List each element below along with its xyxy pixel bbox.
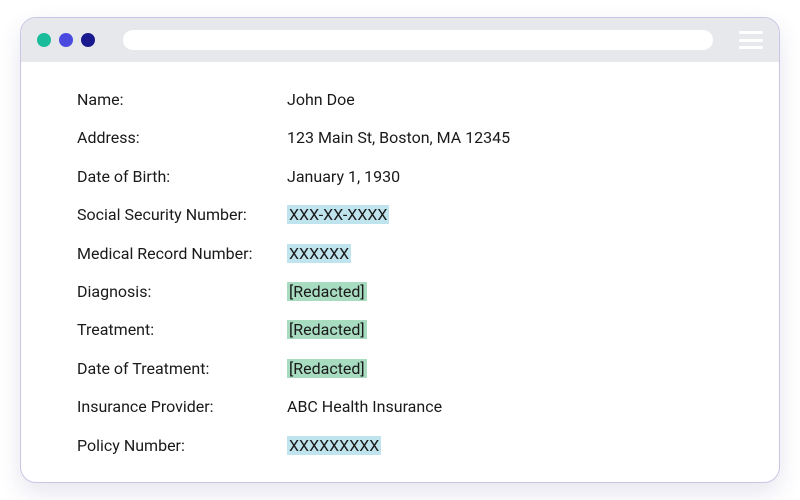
value-text: John Doe	[287, 90, 355, 109]
field-row: Insurance Provider: ABC Health Insurance	[77, 397, 723, 416]
value-text: 123 Main St, Boston, MA 12345	[287, 128, 510, 147]
value-text: ABC Health Insurance	[287, 397, 442, 416]
field-label: Date of Birth:	[77, 167, 287, 186]
field-row: Date of Birth: January 1, 1930	[77, 167, 723, 186]
field-row: Policy Number: XXXXXXXXX	[77, 436, 723, 455]
masked-value: XXXXXXXXX	[287, 436, 381, 455]
field-value: 123 Main St, Boston, MA 12345	[287, 128, 723, 147]
menu-icon[interactable]	[739, 31, 763, 49]
value-text: January 1, 1930	[287, 167, 400, 186]
window-dot-1[interactable]	[37, 33, 51, 47]
field-row: Address: 123 Main St, Boston, MA 12345	[77, 128, 723, 147]
masked-value: XXXXXX	[287, 244, 351, 263]
field-value: [Redacted]	[287, 282, 723, 301]
field-row: Treatment: [Redacted]	[77, 320, 723, 339]
field-value: [Redacted]	[287, 320, 723, 339]
title-bar	[21, 18, 779, 62]
hamburger-line	[739, 31, 763, 34]
redacted-value: [Redacted]	[287, 320, 367, 339]
redacted-value: [Redacted]	[287, 359, 367, 378]
field-label: Insurance Provider:	[77, 397, 287, 416]
record-content: Name: John Doe Address: 123 Main St, Bos…	[21, 62, 779, 482]
field-value: January 1, 1930	[287, 167, 723, 186]
field-label: Address:	[77, 128, 287, 147]
redacted-value: [Redacted]	[287, 282, 367, 301]
field-label: Diagnosis:	[77, 282, 287, 301]
field-row: Date of Treatment: [Redacted]	[77, 359, 723, 378]
field-value: ABC Health Insurance	[287, 397, 723, 416]
address-bar[interactable]	[123, 30, 713, 50]
field-row: Name: John Doe	[77, 90, 723, 109]
window-controls	[37, 33, 95, 47]
field-row: Social Security Number: XXX-XX-XXXX	[77, 205, 723, 224]
masked-value: XXX-XX-XXXX	[287, 205, 389, 224]
field-value: [Redacted]	[287, 359, 723, 378]
field-label: Social Security Number:	[77, 205, 287, 224]
field-value: XXX-XX-XXXX	[287, 205, 723, 224]
window-dot-2[interactable]	[59, 33, 73, 47]
field-label: Medical Record Number:	[77, 244, 287, 263]
field-label: Policy Number:	[77, 436, 287, 455]
hamburger-line	[739, 46, 763, 49]
field-row: Medical Record Number: XXXXXX	[77, 244, 723, 263]
browser-window: Name: John Doe Address: 123 Main St, Bos…	[20, 17, 780, 483]
hamburger-line	[739, 39, 763, 42]
field-label: Date of Treatment:	[77, 359, 287, 378]
field-value: XXXXXXXXX	[287, 436, 723, 455]
field-label: Name:	[77, 90, 287, 109]
window-dot-3[interactable]	[81, 33, 95, 47]
field-value: John Doe	[287, 90, 723, 109]
field-label: Treatment:	[77, 320, 287, 339]
field-row: Diagnosis: [Redacted]	[77, 282, 723, 301]
field-value: XXXXXX	[287, 244, 723, 263]
